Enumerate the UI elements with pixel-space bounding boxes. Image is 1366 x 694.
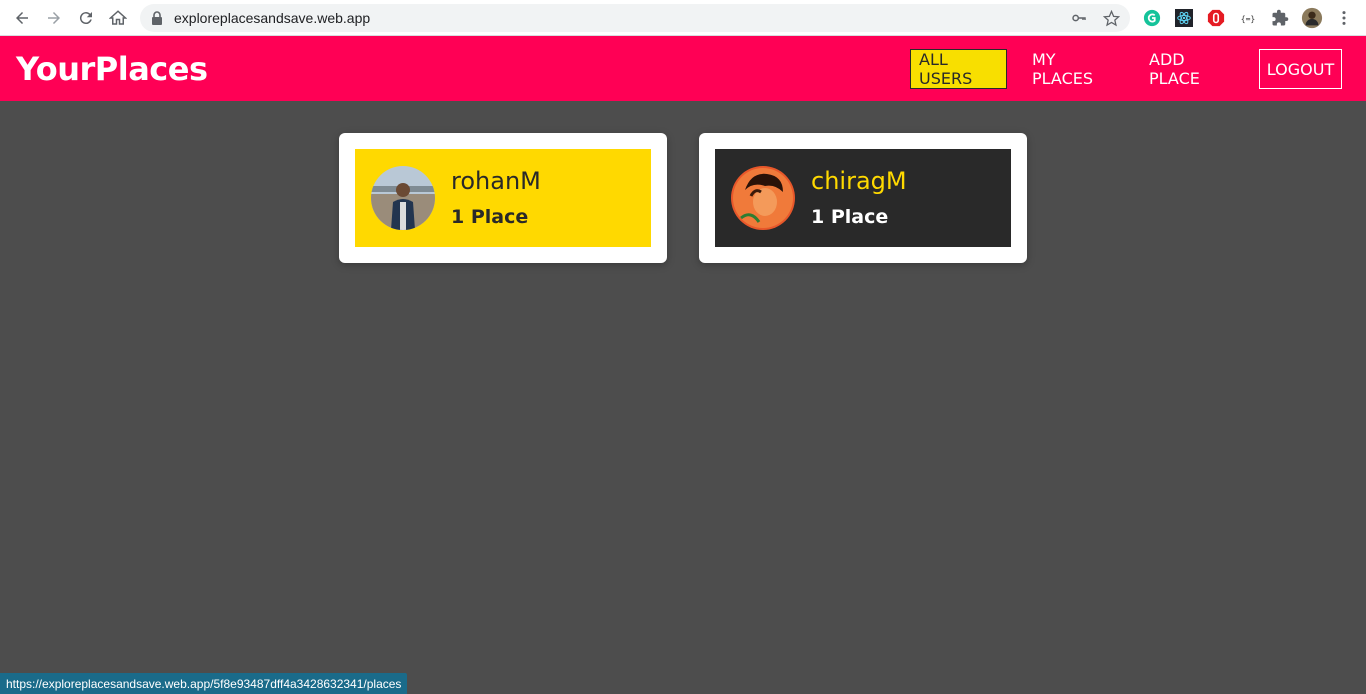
place-count: 1 Place [811, 206, 889, 228]
back-icon[interactable] [10, 6, 34, 30]
home-icon[interactable] [106, 6, 130, 30]
nav-logout[interactable]: LOGOUT [1259, 49, 1342, 89]
chrome-menu-icon[interactable] [1334, 8, 1354, 28]
opera-adblock-icon[interactable] [1206, 8, 1226, 28]
main-header: YourPlaces ALL USERS MY PLACES ADD PLACE… [0, 36, 1366, 101]
lock-icon [152, 11, 162, 25]
reload-icon[interactable] [74, 6, 98, 30]
user-name: chiragM [811, 167, 907, 195]
user-card: rohanM 1 Place [339, 133, 667, 263]
react-devtools-icon[interactable] [1174, 8, 1194, 28]
app-logo[interactable]: YourPlaces [16, 50, 208, 88]
profile-avatar[interactable] [1300, 6, 1324, 30]
user-name: rohanM [451, 167, 541, 195]
grammarly-icon[interactable] [1142, 8, 1162, 28]
user-avatar [371, 166, 435, 230]
browser-toolbar: exploreplacesandsave.web.app {=} [0, 0, 1366, 36]
address-bar[interactable]: exploreplacesandsave.web.app [140, 4, 1130, 32]
link-status-bar: https://exploreplacesandsave.web.app/5f8… [0, 673, 408, 694]
nav-add-place[interactable]: ADD PLACE [1141, 49, 1241, 89]
user-avatar [731, 166, 795, 230]
forward-icon[interactable] [42, 6, 66, 30]
user-card-link[interactable]: rohanM 1 Place [355, 149, 651, 247]
key-icon[interactable] [1070, 9, 1088, 27]
user-card-link[interactable]: chiragM 1 Place [715, 149, 1011, 247]
svg-text:{=}: {=} [1241, 14, 1256, 24]
nav-my-places[interactable]: MY PLACES [1024, 49, 1124, 89]
nav-all-users[interactable]: ALL USERS [910, 49, 1007, 89]
url-text: exploreplacesandsave.web.app [174, 10, 371, 26]
extensions-puzzle-icon[interactable] [1270, 8, 1290, 28]
place-count: 1 Place [451, 206, 529, 228]
user-card: chiragM 1 Place [699, 133, 1027, 263]
star-icon[interactable] [1102, 9, 1120, 27]
json-viewer-icon[interactable]: {=} [1238, 8, 1258, 28]
